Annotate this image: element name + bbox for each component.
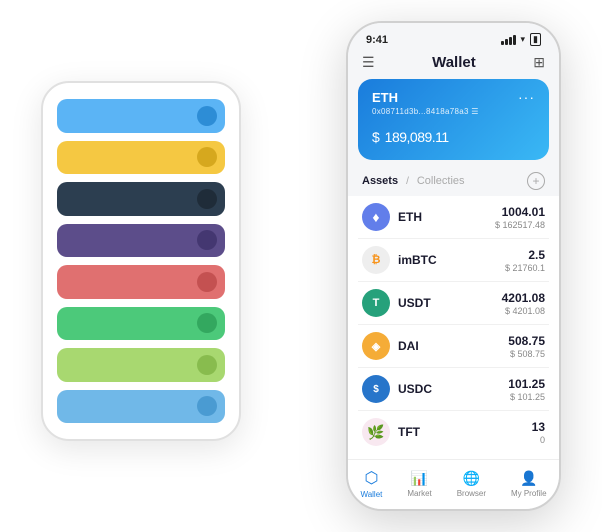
coin-item-tft[interactable]: 🌿 TFT 13 0	[358, 411, 549, 453]
coin-amount-usdt: 4201.08	[502, 291, 545, 305]
card-strip-red	[57, 265, 225, 299]
add-asset-button[interactable]: +	[527, 172, 545, 190]
assets-header: Assets / Collecties +	[348, 168, 559, 196]
coin-amount-eth: 1004.01	[495, 205, 545, 219]
browser-nav-label: Browser	[457, 489, 486, 498]
battery-icon: ▮	[530, 33, 541, 46]
coin-item-eth[interactable]: ♦ ETH 1004.01 $ 162517.48	[358, 196, 549, 239]
card-strip-purple	[57, 224, 225, 258]
coin-list: ♦ ETH 1004.01 $ 162517.48 ₿ imBTC 2.5 $ …	[348, 196, 559, 459]
wifi-icon: ▾	[521, 34, 526, 45]
coin-name-imbtc: imBTC	[398, 253, 437, 267]
coin-value-dai: $ 508.75	[508, 349, 545, 359]
coin-value-eth: $ 162517.48	[495, 220, 545, 230]
profile-nav-label: My Profile	[511, 489, 547, 498]
eth-card-amount: $ 189,089.11	[372, 122, 535, 148]
status-time: 9:41	[366, 34, 388, 46]
tab-assets[interactable]: Assets	[362, 175, 398, 187]
status-icons: ▾ ▮	[501, 33, 541, 46]
market-nav-icon: 📊	[411, 470, 428, 487]
coin-value-usdt: $ 4201.08	[502, 306, 545, 316]
wallet-nav-icon: ⬡	[364, 468, 378, 488]
eth-icon: ♦	[362, 203, 390, 231]
nav-browser[interactable]: 🌐 Browser	[457, 470, 486, 498]
card-strip-dark	[57, 182, 225, 216]
scene: 9:41 ▾ ▮ ☰ Wallet ⊞ ETH ···	[21, 21, 581, 511]
nav-wallet[interactable]: ⬡ Wallet	[360, 468, 382, 499]
coin-amount-imbtc: 2.5	[505, 248, 545, 262]
nav-market[interactable]: 📊 Market	[407, 470, 431, 498]
coin-value-imbtc: $ 21760.1	[505, 263, 545, 273]
phone-back	[41, 81, 241, 441]
scan-icon[interactable]: ⊞	[533, 54, 545, 71]
card-strip-green	[57, 307, 225, 341]
eth-card-menu[interactable]: ···	[518, 89, 535, 105]
tab-collecties[interactable]: Collecties	[417, 175, 465, 187]
eth-card-label: ETH	[372, 90, 398, 105]
eth-amount-value: 189,089.11	[381, 129, 448, 145]
coin-name-usdt: USDT	[398, 296, 431, 310]
coin-value-tft: 0	[532, 435, 545, 445]
usdt-icon: T	[362, 289, 390, 317]
eth-card-address: 0x08711d3b...8418a78a3 ☰	[372, 107, 535, 116]
menu-icon[interactable]: ☰	[362, 54, 375, 71]
dai-icon: ◈	[362, 332, 390, 360]
eth-card-top: ETH ···	[372, 89, 535, 105]
coin-name-tft: TFT	[398, 425, 420, 439]
coin-item-imbtc[interactable]: ₿ imBTC 2.5 $ 21760.1	[358, 239, 549, 282]
market-nav-label: Market	[407, 489, 431, 498]
imbtc-icon: ₿	[362, 246, 390, 274]
card-strip-yellow	[57, 141, 225, 175]
eth-card[interactable]: ETH ··· 0x08711d3b...8418a78a3 ☰ $ 189,0…	[358, 79, 549, 160]
card-strip-blue	[57, 99, 225, 133]
wallet-nav-label: Wallet	[360, 490, 382, 499]
profile-nav-icon: 👤	[520, 470, 537, 487]
coin-name-eth: ETH	[398, 210, 422, 224]
status-bar: 9:41 ▾ ▮	[348, 23, 559, 50]
coin-amount-tft: 13	[532, 420, 545, 434]
card-strip-lime	[57, 348, 225, 382]
coin-item-usdc[interactable]: $ USDC 101.25 $ 101.25	[358, 368, 549, 411]
nav-profile[interactable]: 👤 My Profile	[511, 470, 547, 498]
coin-name-dai: DAI	[398, 339, 419, 353]
coin-item-usdt[interactable]: T USDT 4201.08 $ 4201.08	[358, 282, 549, 325]
coin-amount-dai: 508.75	[508, 334, 545, 348]
coin-item-dai[interactable]: ◈ DAI 508.75 $ 508.75	[358, 325, 549, 368]
tft-icon: 🌿	[362, 418, 390, 446]
coin-value-usdc: $ 101.25	[508, 392, 545, 402]
browser-nav-icon: 🌐	[463, 470, 480, 487]
bottom-nav: ⬡ Wallet 📊 Market 🌐 Browser 👤 My Profile	[348, 459, 559, 509]
coin-name-usdc: USDC	[398, 382, 432, 396]
eth-currency: $	[372, 129, 379, 145]
phone-front: 9:41 ▾ ▮ ☰ Wallet ⊞ ETH ···	[346, 21, 561, 511]
assets-separator: /	[406, 176, 409, 187]
coin-amount-usdc: 101.25	[508, 377, 545, 391]
phone-header: ☰ Wallet ⊞	[348, 50, 559, 79]
page-title: Wallet	[432, 54, 476, 71]
card-strip-lightblue	[57, 390, 225, 424]
assets-tabs: Assets / Collecties	[362, 175, 465, 187]
usdc-icon: $	[362, 375, 390, 403]
